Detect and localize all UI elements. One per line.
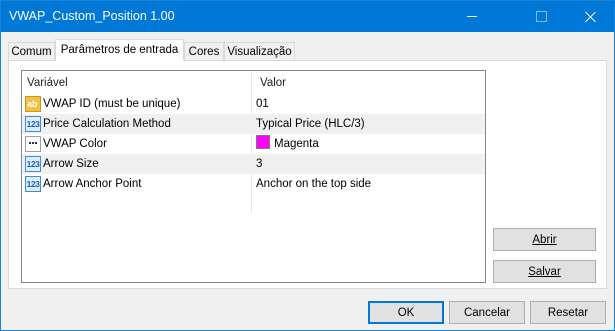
param-name: VWAP ID (must be unique) xyxy=(43,98,181,110)
param-value[interactable]: 3 xyxy=(253,154,488,174)
cancel-button[interactable]: Cancelar xyxy=(449,301,525,324)
param-name: Arrow Anchor Point xyxy=(43,178,142,190)
table-row[interactable]: 123 Arrow Size 3 xyxy=(22,154,485,174)
table-row[interactable]: VWAP Color Magenta xyxy=(22,134,485,154)
tab-panel: Variável Valor ab VWAP ID (must be uniqu… xyxy=(8,60,607,289)
table-row[interactable]: 123 Arrow Anchor Point Anchor on the top… xyxy=(22,174,485,194)
header-value[interactable]: Valor xyxy=(253,73,492,93)
number-123-icon: 123 xyxy=(25,176,41,192)
reset-button[interactable]: Resetar xyxy=(530,301,606,324)
ok-button[interactable]: OK xyxy=(368,301,444,324)
window-title: VWAP_Custom_Position 1.00 xyxy=(9,9,175,23)
param-value[interactable]: Typical Price (HLC/3) xyxy=(253,114,488,134)
param-name: VWAP Color xyxy=(43,138,107,150)
dialog-window: VWAP_Custom_Position 1.00 Comum Parâmetr… xyxy=(0,0,615,331)
param-name: Arrow Size xyxy=(43,158,99,170)
table-row[interactable]: ab VWAP ID (must be unique) 01 xyxy=(22,94,485,114)
tab-comum[interactable]: Comum xyxy=(8,42,55,60)
tab-input-parameters[interactable]: Parâmetros de entrada xyxy=(55,39,184,61)
number-123-icon: 123 xyxy=(25,156,41,172)
tab-colors[interactable]: Cores xyxy=(184,42,224,60)
number-123-icon: 123 xyxy=(25,116,41,132)
color-palette-icon xyxy=(25,136,41,152)
save-button[interactable]: Salvar xyxy=(493,260,596,283)
param-value[interactable]: Magenta xyxy=(253,134,488,154)
param-value-text: Magenta xyxy=(274,138,319,150)
open-button-label: Abrir xyxy=(532,234,557,246)
title-bar[interactable]: VWAP_Custom_Position 1.00 xyxy=(1,1,614,32)
save-button-label: Salvar xyxy=(528,266,561,278)
color-swatch xyxy=(256,135,270,149)
param-value[interactable]: 01 xyxy=(253,94,488,114)
maximize-button[interactable] xyxy=(519,1,564,32)
string-ab-icon: ab xyxy=(25,96,41,112)
table-header: Variável Valor xyxy=(22,73,485,93)
header-variable[interactable]: Variável xyxy=(22,73,256,93)
minimize-button[interactable] xyxy=(449,1,494,32)
open-button[interactable]: Abrir xyxy=(493,228,596,251)
parameters-table: Variável Valor ab VWAP ID (must be uniqu… xyxy=(21,70,486,283)
table-row[interactable]: 123 Price Calculation Method Typical Pri… xyxy=(22,114,485,134)
minimize-icon xyxy=(466,16,477,17)
maximize-icon xyxy=(536,11,547,22)
close-icon xyxy=(585,11,597,23)
param-value[interactable]: Anchor on the top side xyxy=(253,174,488,194)
tab-visualization[interactable]: Visualização xyxy=(224,42,295,60)
close-button[interactable] xyxy=(568,1,613,32)
param-name: Price Calculation Method xyxy=(43,118,171,130)
